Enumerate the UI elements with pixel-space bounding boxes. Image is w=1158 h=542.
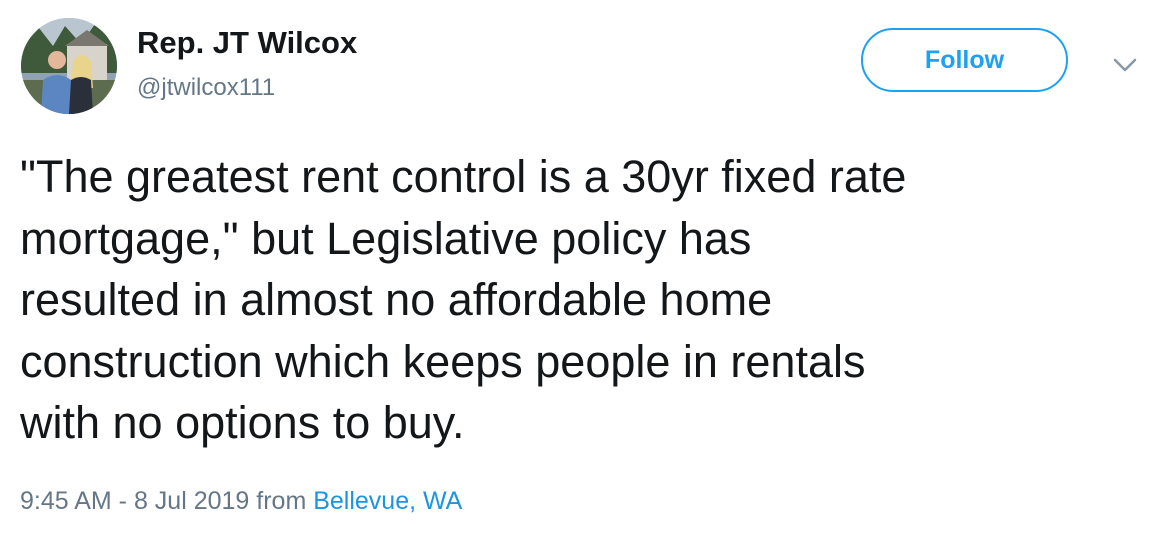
follow-button[interactable]: Follow [861, 28, 1068, 92]
tweet-meta: 9:45 AM - 8 Jul 2019 from Bellevue, WA [20, 487, 462, 516]
user-handle[interactable]: @jtwilcox111 [137, 74, 275, 102]
avatar[interactable] [21, 18, 117, 114]
tweet-card: Rep. JT Wilcox @jtwilcox111 Follow "The … [0, 0, 1158, 542]
display-name[interactable]: Rep. JT Wilcox [137, 25, 357, 61]
tweet-location-link[interactable]: Bellevue, WA [313, 487, 462, 515]
tweet-text: "The greatest rent control is a 30yr fix… [20, 151, 907, 448]
chevron-down-icon [1113, 58, 1137, 72]
tweet-timestamp[interactable]: 9:45 AM - 8 Jul 2019 [20, 487, 249, 515]
profile-photo-icon [21, 18, 117, 114]
more-options-button[interactable] [1110, 55, 1140, 75]
from-label: from [256, 487, 307, 515]
